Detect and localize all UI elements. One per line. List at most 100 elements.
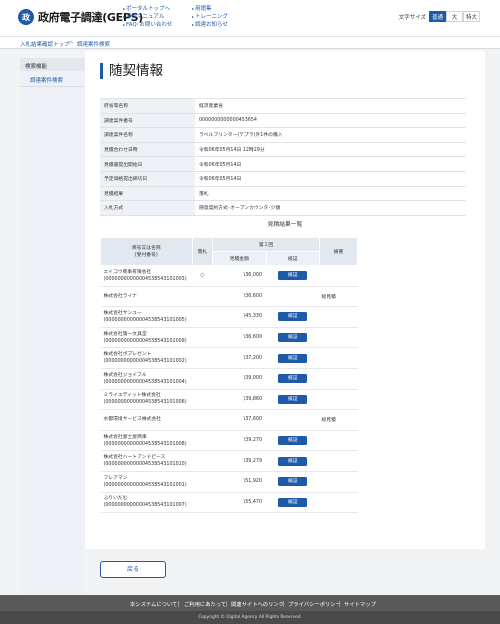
training-link[interactable]: トレーニング bbox=[192, 13, 228, 21]
verify-button[interactable]: 検証 bbox=[278, 312, 308, 322]
verify-cell bbox=[266, 286, 320, 308]
award-mark bbox=[192, 409, 213, 431]
bidder-name: ふりいだむ bbox=[103, 496, 128, 502]
receipt-number: (00000000000004538543101001) bbox=[103, 482, 187, 488]
verify-button[interactable]: 検証 bbox=[278, 333, 308, 343]
info-value: 令和06年05月14日 12時29分 bbox=[195, 141, 466, 157]
info-label: 予定価格提出締切日 bbox=[100, 170, 195, 187]
info-label: 調達案件番号 bbox=[100, 112, 195, 128]
breadcrumb: 入札結果確認トップ > 調達案件検索 bbox=[0, 36, 500, 49]
info-value: 経済産業省 bbox=[195, 98, 466, 114]
remark bbox=[319, 306, 358, 328]
verify-button[interactable]: 検証 bbox=[278, 456, 308, 466]
bidder-name: 株式会社ポプレゼント bbox=[103, 352, 152, 358]
footer-link-about[interactable]: 本システムについて bbox=[130, 600, 177, 608]
verify-button[interactable]: 検証 bbox=[278, 497, 308, 507]
verify-button[interactable]: 検証 bbox=[278, 374, 308, 384]
verify-button[interactable]: 検証 bbox=[278, 271, 308, 281]
font-size-normal-button[interactable]: 普通 bbox=[429, 11, 446, 22]
table-row: 株式会社富士屋商事 (00000000000004538543101008) \39… bbox=[100, 430, 358, 452]
faq-link[interactable]: FAQ･お問い合わせ bbox=[123, 21, 172, 29]
bidder-cell: 株式会社第一文具堂 (00000000000004538543101009) bbox=[100, 327, 193, 349]
remark bbox=[319, 430, 358, 452]
bidder-name: 株式会社富士屋商事 bbox=[103, 434, 147, 440]
portal-top-link[interactable]: ポータルトップへ bbox=[123, 5, 172, 13]
footer-link-terms[interactable]: ご利用にあたって bbox=[184, 600, 226, 608]
quote-amount: \39,860 bbox=[212, 389, 267, 411]
remark bbox=[319, 347, 358, 369]
font-size-switcher: 文字サイズ 普通 大 特大 bbox=[399, 11, 480, 22]
table-row: 水都環境サービス株式会社 \37,600 総見積 bbox=[100, 409, 358, 431]
sidebar-heading: 検索機能 bbox=[20, 58, 85, 71]
receipt-number: (00000000000004538543101007) bbox=[103, 503, 187, 509]
info-value: 落札 bbox=[195, 185, 466, 201]
col-header-round: 第１回 bbox=[212, 237, 320, 252]
verify-button[interactable]: 検証 bbox=[278, 353, 308, 363]
info-label: 入札方式 bbox=[100, 200, 195, 216]
font-size-large-button[interactable]: 大 bbox=[446, 11, 463, 22]
bidder-cell: 水都環境サービス株式会社 bbox=[100, 409, 193, 431]
main-content: 随契情報 府省等名称 経済産業省 調達案件番号 0000000000000453654… bbox=[85, 51, 485, 549]
remark bbox=[319, 368, 358, 390]
table-row: 株式会社サンユー (00000000000004538543101005) \45,… bbox=[100, 306, 358, 328]
bidder-name: 株式会社ジョイフル bbox=[103, 372, 147, 378]
bidder-cell: フレアマン (00000000000004538543101001) bbox=[100, 471, 193, 493]
info-value: ラベルプリンター(テプラ)外1件の購入 bbox=[195, 127, 466, 143]
footer-link-privacy[interactable]: プライバシーポリシー bbox=[288, 600, 341, 608]
verify-cell: 検証 bbox=[266, 450, 320, 472]
info-row: 見積結果 落札 bbox=[100, 185, 466, 201]
footer-link-sitemap[interactable]: サイトマップ bbox=[344, 600, 376, 608]
receipt-number: (00000000000004538543101009) bbox=[103, 338, 187, 344]
receipt-number: (00000000000004538543101010) bbox=[103, 462, 187, 468]
bidder-name: ミライエディット株式会社 bbox=[103, 393, 161, 399]
verify-button[interactable]: 検証 bbox=[278, 477, 308, 487]
award-mark bbox=[192, 389, 213, 411]
verify-button[interactable]: 検証 bbox=[278, 436, 308, 446]
verify-button[interactable]: 検証 bbox=[278, 394, 308, 404]
verify-cell: 検証 bbox=[266, 306, 320, 328]
receipt-number: (00000000000004538543101008) bbox=[103, 441, 187, 447]
bidder-name: 株式会社サンユー bbox=[103, 310, 142, 316]
table-row: 株式会社ジョイフル (00000000000004538543101004) \39… bbox=[100, 368, 358, 390]
info-value: 随意契約方式･オープンカウンタ･少額 bbox=[195, 200, 466, 216]
award-mark bbox=[192, 327, 213, 349]
bidder-cell: 株式会社ジョイフル (00000000000004538543101004) bbox=[100, 368, 193, 390]
verify-cell: 検証 bbox=[266, 471, 320, 493]
quote-amount: \37,200 bbox=[212, 347, 267, 369]
award-mark bbox=[192, 492, 213, 514]
info-row: 予定価格提出締切日 令和06年05月14日 bbox=[100, 170, 466, 187]
col-header-amount: 見積金額 bbox=[212, 251, 267, 266]
breadcrumb-item-top[interactable]: 入札結果確認トップ bbox=[20, 40, 70, 48]
quote-amount: \45,330 bbox=[212, 306, 267, 328]
sidebar-item-case-search[interactable]: 調達案件検索 bbox=[20, 71, 85, 87]
footer-link-related[interactable]: 関連サイトへのリンク bbox=[231, 600, 284, 608]
verify-cell bbox=[266, 409, 320, 431]
back-button[interactable]: 戻る bbox=[100, 561, 166, 578]
glossary-link[interactable]: 用語集 bbox=[192, 5, 228, 13]
manual-link[interactable]: 操作マニュアル bbox=[123, 13, 172, 21]
footer-divider bbox=[178, 601, 179, 607]
award-mark bbox=[192, 471, 213, 493]
case-info-table: 府省等名称 経済産業省 調達案件番号 0000000000000453654 調達案件名… bbox=[100, 98, 466, 216]
font-size-xlarge-button[interactable]: 特大 bbox=[463, 11, 480, 22]
info-label: 見積結果 bbox=[100, 185, 195, 201]
info-label: 府省等名称 bbox=[100, 98, 195, 114]
verify-cell: 検証 bbox=[266, 265, 320, 287]
bidder-cell: ミライエディット株式会社 (00000000000004538543101006) bbox=[100, 389, 193, 411]
footer-divider bbox=[283, 601, 284, 607]
quote-amount: \36,600 bbox=[212, 286, 267, 308]
col-header-remarks: 摘要 bbox=[318, 237, 359, 266]
award-mark bbox=[192, 347, 213, 369]
bidder-name: 水都環境サービス株式会社 bbox=[103, 417, 162, 423]
breadcrumb-item-search[interactable]: 調達案件検索 bbox=[77, 40, 110, 48]
bidder-cell: 株式会社ライナ bbox=[100, 286, 193, 308]
quote-amount: \55,470 bbox=[212, 492, 267, 514]
verify-cell: 検証 bbox=[266, 492, 320, 514]
notice-link[interactable]: 調達お知らせ bbox=[192, 21, 228, 29]
remark: 総見積 bbox=[319, 409, 358, 431]
quote-amount: \36,600 bbox=[212, 327, 267, 349]
receipt-number: (00000000000004538543101005) bbox=[103, 317, 187, 323]
table-row: 株式会社ハートアンドピース (00000000000004538543101010… bbox=[100, 450, 358, 472]
header-links-secondary: 用語集 トレーニング 調達お知らせ bbox=[192, 5, 228, 29]
table-row: 株式会社第一文具堂 (00000000000004538543101009) \36… bbox=[100, 327, 358, 349]
